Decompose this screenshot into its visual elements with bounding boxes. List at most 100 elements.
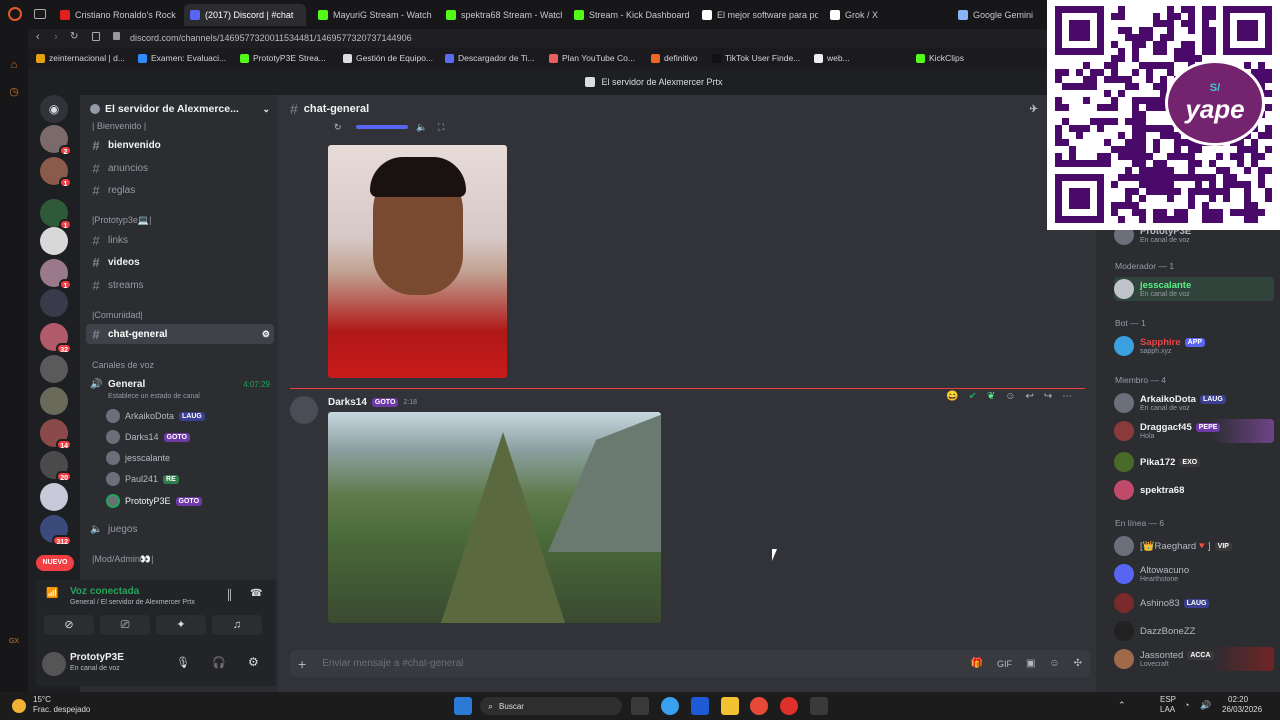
volume-icon[interactable]: 🔊 [1200,700,1211,711]
tab-6[interactable]: El mejor software para po [696,4,818,26]
tab-8[interactable]: Google Gemini [952,4,1044,26]
voice-user[interactable]: Darks14 GOTO [106,428,190,446]
server-icon[interactable] [40,483,68,511]
store-icon[interactable] [691,697,709,715]
copilot-icon[interactable] [661,697,679,715]
voice-user[interactable]: Paul241 RE [106,470,179,488]
voice-user[interactable]: jesscalante [106,449,170,467]
message-image-landscape[interactable] [328,412,661,623]
member-item[interactable]: spektra68 [1114,478,1274,502]
channel-links[interactable]: # links [86,230,274,250]
channel-chat-general[interactable]: # chat-general ⚙ [86,324,274,344]
forward-icon[interactable]: › [54,31,58,43]
emoji-icon[interactable]: ☺ [1049,658,1059,669]
bookmark-item[interactable]: definitivo [651,53,698,63]
fullscreen-icon[interactable]: ⛶ [438,122,444,133]
member-item[interactable]: Sapphire APP sapph.xyz [1114,334,1274,358]
reply-icon[interactable]: ↩ [1025,391,1033,402]
category-community[interactable]: |Comunidad| [92,310,143,320]
headphones-icon[interactable]: 🎧 [212,656,226,669]
page-info-icon[interactable] [92,32,100,41]
activities-button[interactable]: ✦ [156,615,206,635]
noise-suppression-icon[interactable]: ║ [226,590,233,601]
weather-icon[interactable] [12,699,26,713]
tab-7[interactable]: Grok / X [824,4,946,26]
channel-reglas[interactable]: # reglas [86,180,274,200]
threads-icon[interactable]: ✈ [1030,104,1038,115]
opera-gx-icon[interactable] [780,697,798,715]
bookmark-item[interactable]: Gestión de Equipo... [343,53,433,63]
category-voice[interactable]: Canales de voz [92,360,154,370]
replay-icon[interactable]: ↻ [334,122,342,133]
bookmark-item[interactable]: Plan YouTube Co... [549,53,635,63]
category-mod[interactable]: |Mod/Admin👀| [92,554,153,565]
file-explorer-icon[interactable] [721,697,739,715]
server-icon[interactable] [40,227,68,255]
channel-bienvenido[interactable]: # bienvenido [86,135,274,155]
add-reaction-icon[interactable]: ☺ [1005,391,1015,402]
user-settings-icon[interactable]: ⚙ [248,655,259,669]
member-item[interactable]: Pika172 EXO [1114,450,1274,474]
bookmark-item[interactable]: KickClips [916,53,964,63]
member-item[interactable]: DazzBoneZZ [1114,619,1274,643]
member-item[interactable]: Jassonted ACCA Lovecraft [1114,647,1274,671]
clock-time[interactable]: 02:20 [1228,695,1248,704]
category-welcome[interactable]: | Bienvenido | [92,121,146,131]
microphone-icon[interactable]: 🎙 [176,656,190,669]
message-input[interactable]: Enviar mensaje a #chat-general [322,658,463,669]
voice-channel-juegos[interactable]: 🔈 juegos [86,519,274,539]
voice-channel-general[interactable]: 🔊 General 4:07:29 [86,374,274,394]
voice-user[interactable]: PrototyP3E GOTO [106,492,203,510]
server-icon[interactable]: 20 [40,451,72,482]
volume-icon[interactable]: 🔈 [416,122,427,133]
settings-gear-icon[interactable]: ⚙ [262,329,270,340]
server-icon[interactable] [40,355,68,383]
task-view-icon[interactable] [631,697,649,715]
clock-date[interactable]: 26/03/2026 [1222,705,1262,714]
bookmark-item[interactable]: web... [814,53,850,63]
tab-5[interactable]: Stream - Kick Dashboard [568,4,690,26]
tab-1[interactable]: Cristiano Ronaldo's Rocke [54,4,176,26]
avatar[interactable] [290,396,318,424]
gif-icon[interactable]: GIF [997,659,1012,669]
message-image-portrait[interactable] [328,145,507,378]
more-options-icon[interactable]: ⋯ [1062,391,1072,402]
app-icon[interactable] [810,697,828,715]
channel-videos[interactable]: # videos [86,252,274,272]
voice-location[interactable]: General / El servidor de Alexmercer Prtx [70,599,195,606]
voice-status[interactable]: Establece un estado de canal [108,393,200,400]
category-prototype[interactable]: |Prototyp3e💻| [92,215,151,226]
server-icon[interactable]: 14 [40,419,72,450]
reaction-leaf-icon[interactable]: ❦ [987,391,995,402]
member-item[interactable]: Altowacuno Hearthstone [1114,562,1274,586]
tray-chevron-icon[interactable]: ⌃ [1118,700,1126,711]
tab-3[interactable]: MayuriG Stream - Watch L [312,4,434,26]
bookmark-item[interactable]: TikTok User Finde... [712,53,800,63]
browser-logo-icon[interactable] [8,7,22,21]
server-icon[interactable]: 312 [40,515,72,546]
bookmark-item[interactable]: Descargador de Ti... [445,53,535,63]
bookmark-item[interactable]: zeinternacional | d... [36,53,125,63]
back-icon[interactable]: ‹ [36,31,40,43]
disconnect-icon[interactable]: ☎ [250,588,262,599]
windows-start-icon[interactable] [454,697,472,715]
new-badge[interactable]: NUEVO [36,555,74,571]
add-attachment-icon[interactable]: + [298,656,306,672]
channel-anuncios[interactable]: # anuncios [86,158,274,178]
taskbar-search[interactable]: ⌕ Buscar [480,697,622,715]
server-icon[interactable] [40,289,68,317]
reaction-check-icon[interactable]: ✔ [968,391,976,402]
server-icon[interactable]: 2 [40,125,72,156]
tab-overview-icon[interactable] [34,9,46,19]
member-item[interactable]: [👑Raeghard🔻] VIP [1114,534,1274,558]
sticker-icon[interactable]: ▣ [1026,658,1035,669]
apps-icon[interactable]: ✣ [1074,658,1082,669]
server-icon[interactable]: 1 [40,199,72,230]
bookmark-item[interactable]: PrototyP3E Strea... [240,53,326,63]
message-input-box[interactable]: + Enviar mensaje a #chat-general 🎁 GIF ▣… [290,650,1090,677]
channel-streams[interactable]: # streams [86,275,274,295]
server-header[interactable]: El servidor de Alexmerce... ⌄ [90,101,270,117]
chrome-icon[interactable] [750,697,768,715]
gift-icon[interactable]: 🎁 [970,658,982,669]
language-primary[interactable]: ESP [1160,695,1176,704]
